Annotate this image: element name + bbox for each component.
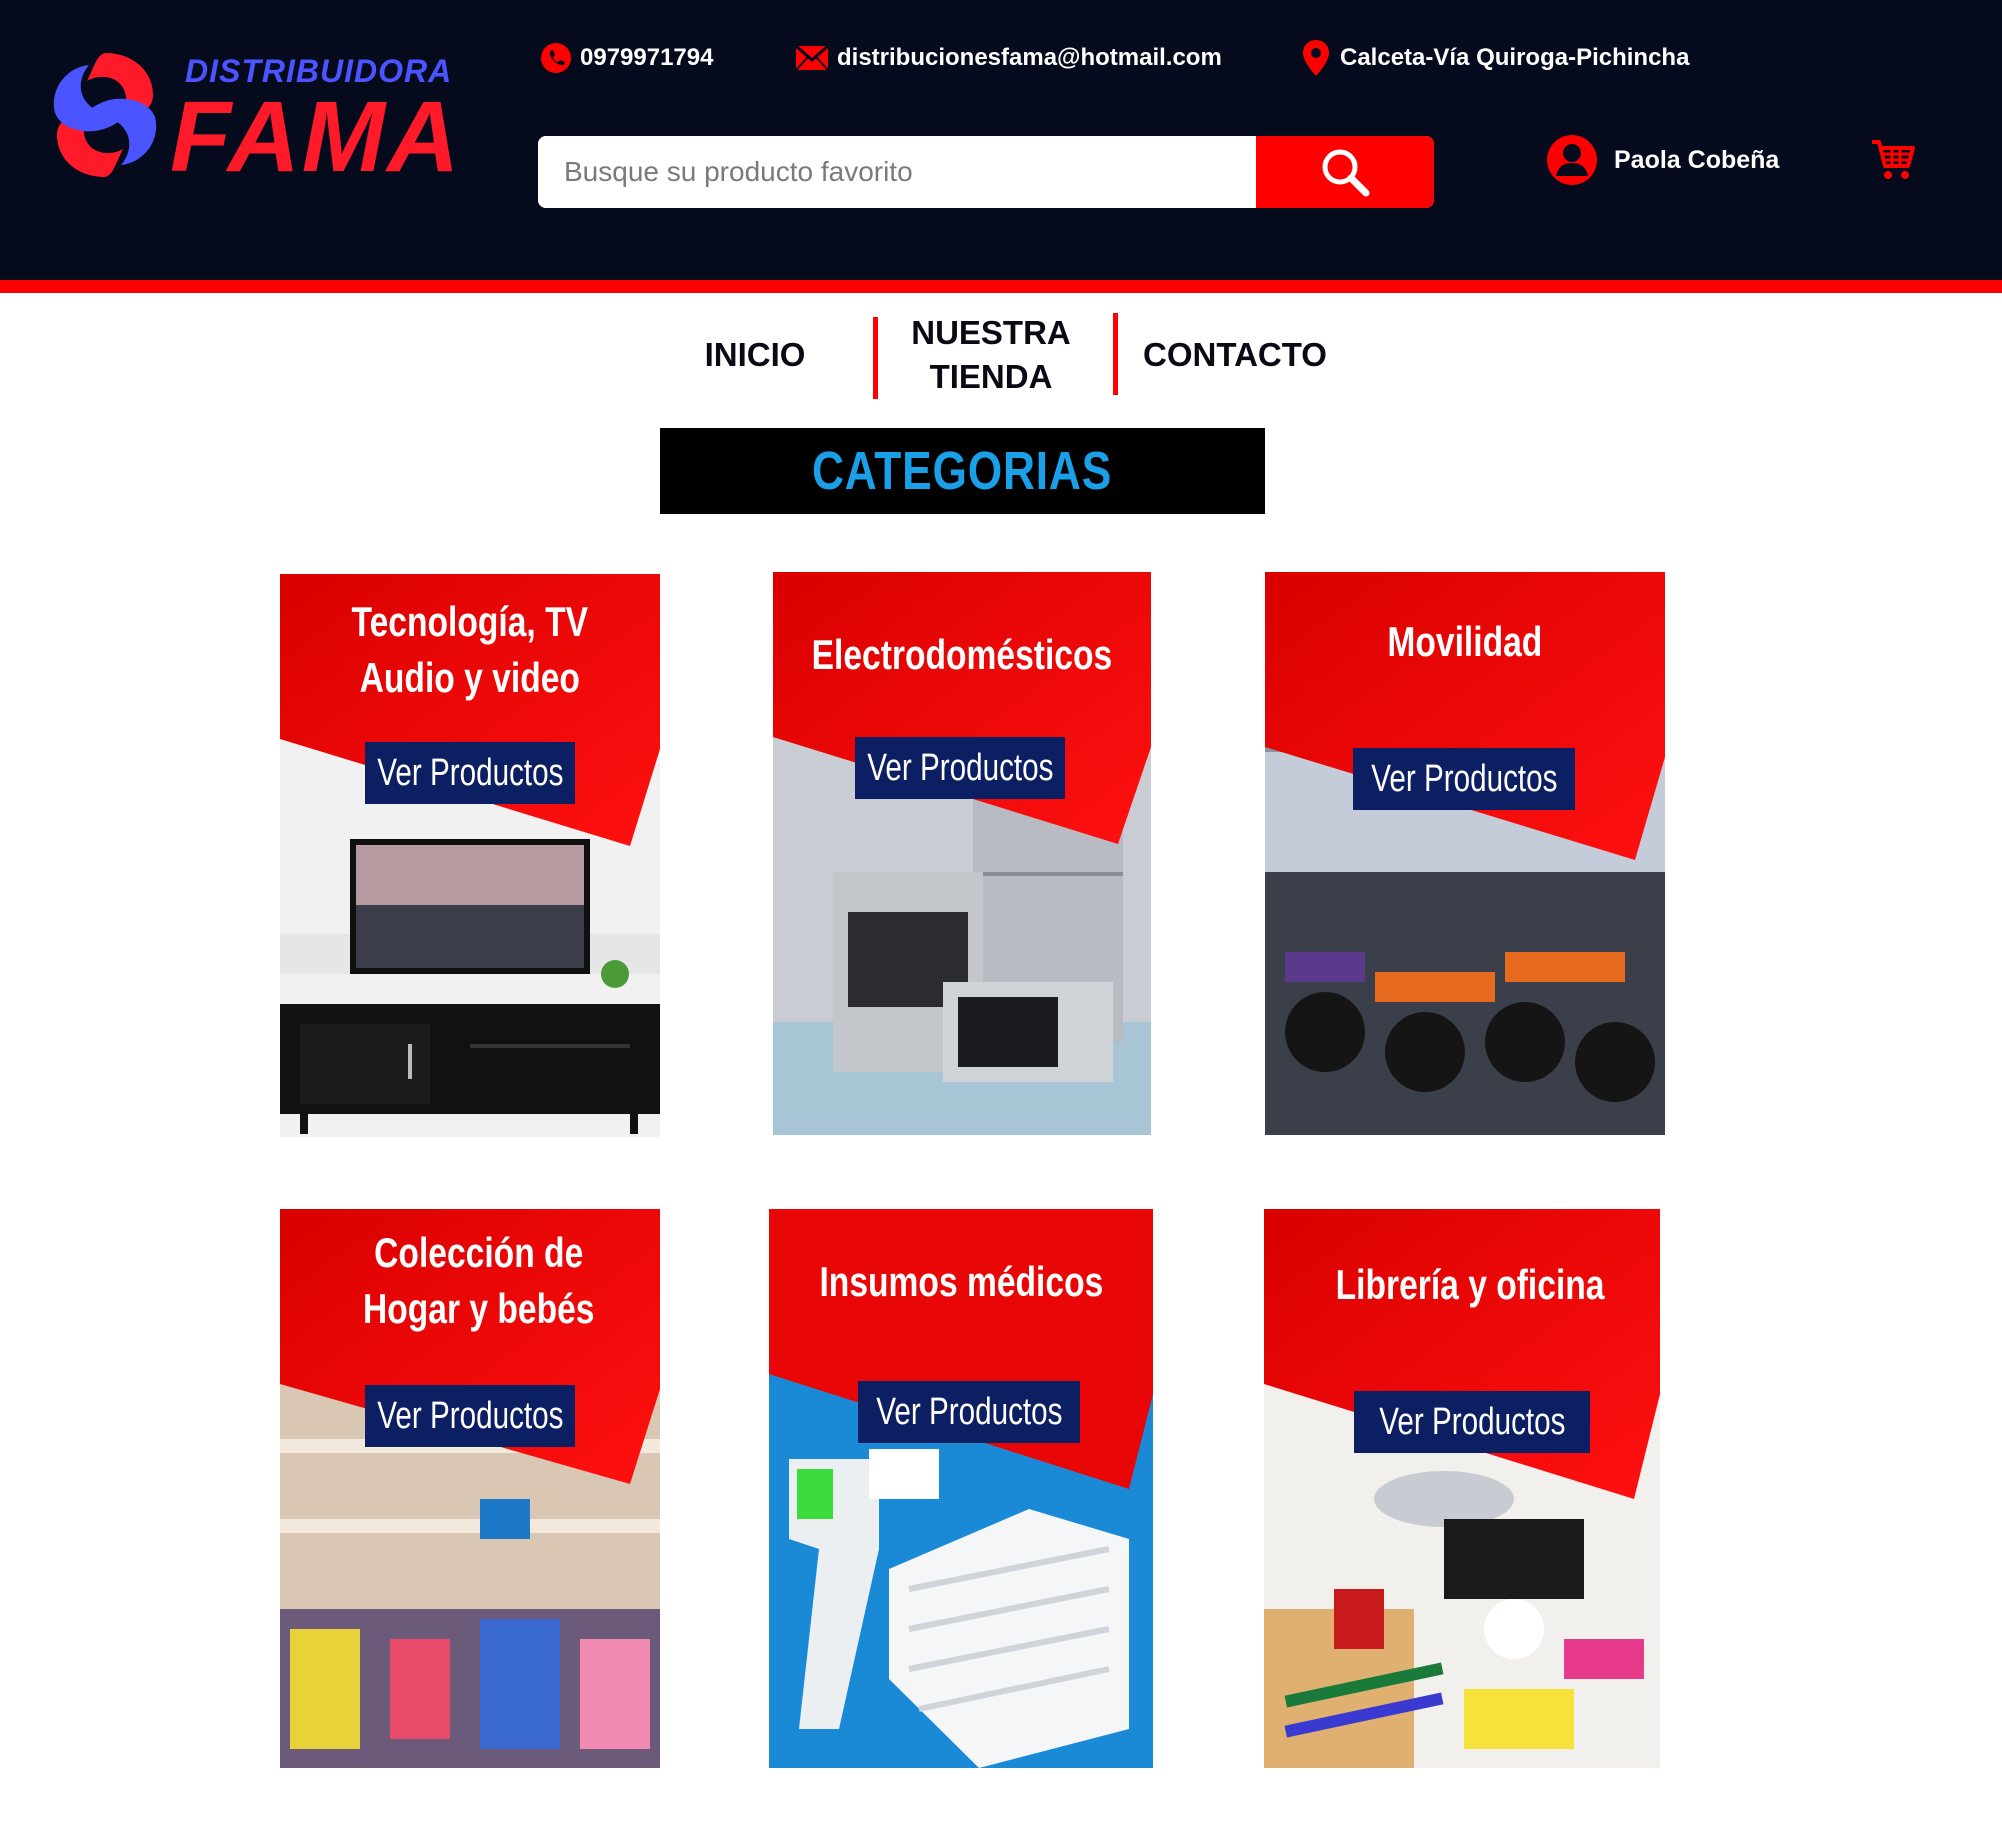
user-name: Paola Cobeña [1614, 145, 1780, 174]
brand-name-main: FAMA [170, 81, 462, 193]
user-icon [1547, 135, 1597, 185]
category-label: Librería y oficina [1335, 1261, 1605, 1308]
phone-number: 0979971794 [580, 44, 714, 71]
search-bar [538, 136, 1434, 208]
cart-icon [1872, 140, 1915, 179]
site-header: DISTRIBUIDORA FAMA 0979971794 distribuci… [0, 0, 2002, 293]
brand-logo[interactable]: DISTRIBUIDORA FAMA [45, 45, 459, 187]
email-address: distribucionesfama@hotmail.com [837, 44, 1222, 71]
nav-nuestra-tienda[interactable]: NUESTRA TIENDA [900, 311, 1082, 399]
view-products-button[interactable]: Ver Productos [365, 1385, 575, 1447]
category-label: Movilidad [1387, 618, 1543, 665]
category-label: Insumos médicos [819, 1258, 1103, 1305]
address-text: Calceta-Vía Quiroga-Pichincha [1340, 44, 1690, 71]
nav-divider [873, 317, 878, 399]
logo-swirl-icon [53, 53, 157, 177]
category-label: Electrodomésticos [811, 631, 1113, 678]
main-nav: INICIO NUESTRA TIENDA CONTACTO [0, 293, 2002, 413]
categories-heading-text: CATEGORIAS [812, 441, 1113, 501]
category-label: Tecnología, TV Audio y video [351, 598, 589, 701]
view-products-button[interactable]: Ver Productos [1353, 748, 1575, 810]
email-contact[interactable]: distribucionesfama@hotmail.com [795, 38, 1222, 78]
categories-heading: CATEGORIAS [660, 428, 1265, 514]
phone-contact[interactable]: 0979971794 [540, 38, 713, 78]
search-icon [1322, 149, 1370, 197]
category-card-tecnologia[interactable]: Tecnología, TV Audio y video Ver Product… [280, 574, 660, 1137]
user-account[interactable]: Paola Cobeña [1546, 134, 1779, 186]
nav-contacto[interactable]: CONTACTO [1140, 333, 1330, 377]
category-card-hogar-bebes[interactable]: Colección de Hogar y bebés Ver Productos [280, 1209, 660, 1768]
nav-divider [1113, 313, 1118, 395]
category-card-libreria-oficina[interactable]: Librería y oficina Ver Productos [1264, 1209, 1660, 1768]
search-button[interactable] [1256, 136, 1434, 208]
address-contact[interactable]: Calceta-Vía Quiroga-Pichincha [1300, 38, 1689, 78]
category-card-insumos-medicos[interactable]: Insumos médicos Ver Productos [769, 1209, 1153, 1768]
cart-button[interactable] [1870, 138, 1916, 187]
category-card-movilidad[interactable]: Movilidad Ver Productos [1265, 572, 1665, 1135]
view-products-button[interactable]: Ver Productos [858, 1381, 1080, 1443]
location-pin-icon [1303, 40, 1329, 76]
view-products-button[interactable]: Ver Productos [365, 742, 575, 804]
mail-icon [795, 45, 829, 71]
view-products-button[interactable]: Ver Productos [855, 737, 1065, 799]
nav-tienda-line1: NUESTRA [911, 314, 1071, 351]
category-label: Colección de Hogar y bebés [363, 1229, 595, 1332]
nav-tienda-line2: TIENDA [929, 358, 1053, 395]
phone-icon [541, 43, 571, 73]
nav-inicio[interactable]: INICIO [690, 333, 820, 377]
category-card-electrodomesticos[interactable]: Electrodomésticos Ver Productos [773, 572, 1151, 1135]
search-input[interactable] [538, 136, 1256, 208]
view-products-button[interactable]: Ver Productos [1354, 1391, 1590, 1453]
